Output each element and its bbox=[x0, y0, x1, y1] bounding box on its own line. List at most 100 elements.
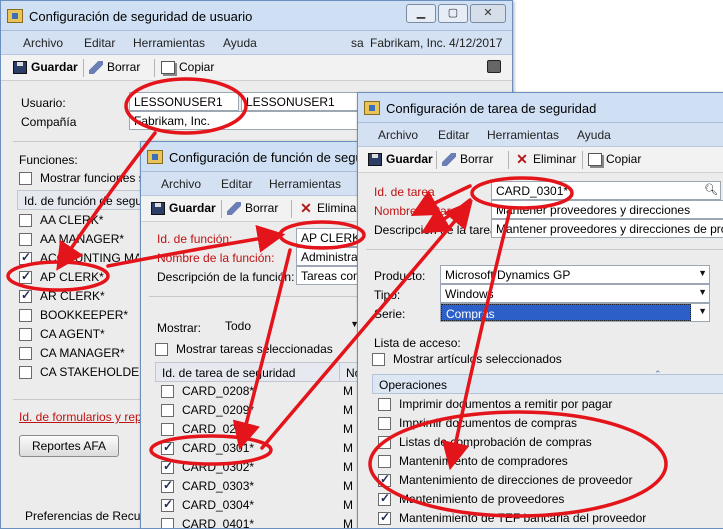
role-security-titlebar[interactable]: Configuración de función de seguri bbox=[141, 142, 359, 172]
delete-button[interactable]: ✕ Elimina bbox=[299, 201, 356, 216]
show-selected-checkbox[interactable] bbox=[372, 352, 385, 366]
tasks-list-header[interactable]: Id. de tarea de seguridad bbox=[155, 362, 341, 382]
show-selected-tasks[interactable]: Mostrar tareas seleccionadas bbox=[155, 342, 333, 356]
list-item[interactable]: CARD_0210 M bbox=[161, 422, 353, 436]
menu-ayuda[interactable]: Ayuda bbox=[577, 128, 611, 142]
list-item[interactable]: CARD_0401* M bbox=[161, 517, 353, 528]
save-button[interactable]: Guardar bbox=[368, 152, 433, 166]
item-checkbox[interactable] bbox=[161, 422, 174, 436]
item-checkbox[interactable] bbox=[378, 510, 391, 525]
item-checkbox[interactable] bbox=[19, 327, 32, 341]
menu-editar[interactable]: Editar bbox=[221, 177, 252, 191]
list-item[interactable]: CARD_0301* M bbox=[161, 440, 353, 455]
list-item[interactable]: AA MANAGER* bbox=[19, 232, 124, 246]
forms-reports-link[interactable]: Id. de formularios y report bbox=[19, 410, 156, 424]
menu-herramientas[interactable]: Herramientas bbox=[269, 177, 341, 191]
role-id-field[interactable]: AP CLERK* bbox=[296, 228, 359, 247]
menu-editar[interactable]: Editar bbox=[438, 128, 469, 142]
list-item[interactable]: CARD_0208* M bbox=[161, 384, 353, 398]
show-selected-roles[interactable]: Mostrar funciones sel bbox=[19, 171, 154, 185]
list-item[interactable]: Listas de comprobación de compras bbox=[378, 435, 592, 449]
list-item[interactable]: Mantenimiento de TEF bancaria del provee… bbox=[378, 510, 646, 525]
search-icon[interactable]: 🔍︎ bbox=[704, 183, 718, 196]
list-item[interactable]: Mantenimiento de compradores bbox=[378, 454, 568, 468]
role-desc-field[interactable]: Tareas comp bbox=[296, 266, 359, 285]
item-checkbox[interactable] bbox=[161, 517, 174, 528]
item-checkbox[interactable] bbox=[161, 459, 174, 474]
roles-list-header[interactable]: Id. de función de segur bbox=[17, 190, 141, 210]
list-item[interactable]: CARD_0209* M bbox=[161, 403, 353, 417]
mostrar-select[interactable]: Todo ▼ bbox=[221, 317, 359, 336]
menu-archivo[interactable]: Archivo bbox=[161, 177, 201, 191]
maximize-button[interactable]: ▢ bbox=[438, 4, 468, 23]
item-checkbox[interactable] bbox=[19, 269, 32, 284]
type-select[interactable]: Windows ▼ bbox=[440, 284, 710, 303]
list-item[interactable]: AR CLERK* bbox=[19, 288, 105, 303]
item-checkbox[interactable] bbox=[19, 365, 32, 379]
item-checkbox[interactable] bbox=[378, 397, 391, 411]
item-checkbox[interactable] bbox=[161, 478, 174, 493]
list-item[interactable]: Imprimir documentos de compras bbox=[378, 416, 577, 430]
clear-button[interactable]: Borrar bbox=[442, 152, 493, 166]
item-checkbox[interactable] bbox=[378, 435, 391, 449]
clear-button[interactable]: Borrar bbox=[89, 60, 140, 74]
list-item[interactable]: AA CLERK* bbox=[19, 213, 103, 227]
item-checkbox[interactable] bbox=[19, 232, 32, 246]
list-item[interactable]: CA STAKEHOLDER bbox=[19, 365, 139, 379]
item-checkbox[interactable] bbox=[161, 384, 174, 398]
item-checkbox[interactable] bbox=[19, 213, 32, 227]
item-checkbox[interactable] bbox=[378, 454, 391, 468]
list-item[interactable]: CA MANAGER* bbox=[19, 346, 125, 360]
collapse-icon[interactable]: ⌃ bbox=[654, 369, 662, 380]
show-selected-checkbox[interactable] bbox=[155, 342, 168, 356]
task-security-titlebar[interactable]: Configuración de tarea de seguridad bbox=[358, 93, 723, 123]
list-item[interactable]: Mantenimiento de proveedores bbox=[378, 491, 564, 506]
list-item[interactable]: Imprimir documentos a remitir por pagar bbox=[378, 397, 612, 411]
copy-button[interactable]: Copiar bbox=[588, 152, 641, 166]
item-checkbox[interactable] bbox=[161, 497, 174, 512]
afa-reports-button[interactable]: Reportes AFA bbox=[19, 435, 119, 457]
list-item[interactable]: BOOKKEEPER* bbox=[19, 308, 128, 322]
delete-button[interactable]: ✕ Eliminar bbox=[515, 152, 576, 167]
role-name-field[interactable]: Administrati bbox=[296, 247, 359, 266]
item-checkbox[interactable] bbox=[378, 416, 391, 430]
task-desc-field[interactable]: Mantener proveedores y direcciones de pr… bbox=[491, 219, 723, 238]
menu-archivo[interactable]: Archivo bbox=[378, 128, 418, 142]
item-checkbox[interactable] bbox=[161, 440, 174, 455]
copy-button[interactable]: Copiar bbox=[161, 60, 214, 74]
task-name-field[interactable]: Mantener proveedores y direcciones bbox=[491, 200, 723, 219]
menu-herramientas[interactable]: Herramientas bbox=[487, 128, 559, 142]
close-button[interactable]: ✕ bbox=[470, 4, 506, 23]
menu-archivo[interactable]: Archivo bbox=[23, 36, 63, 50]
show-selected-checkbox[interactable] bbox=[19, 171, 32, 185]
operations-group-header[interactable]: Operaciones bbox=[372, 374, 723, 394]
usuario-id-field[interactable]: LESSONUSER1 bbox=[129, 92, 239, 111]
menu-editar[interactable]: Editar bbox=[84, 36, 115, 50]
item-checkbox[interactable] bbox=[378, 472, 391, 487]
clear-button[interactable]: Borrar bbox=[227, 201, 278, 215]
list-item[interactable]: CARD_0303* M bbox=[161, 478, 353, 493]
list-item[interactable]: CARD_0304* M bbox=[161, 497, 353, 512]
minimize-button[interactable]: ▁ bbox=[406, 4, 436, 23]
list-item[interactable]: Mantenimiento de direcciones de proveedo… bbox=[378, 472, 632, 487]
show-selected-items[interactable]: Mostrar artículos seleccionados bbox=[372, 352, 562, 366]
list-item[interactable]: AP CLERK* bbox=[19, 269, 104, 284]
save-button[interactable]: Guardar bbox=[13, 60, 78, 74]
print-button[interactable] bbox=[487, 60, 501, 73]
task-id-field[interactable]: CARD_0301* 🔍︎ bbox=[491, 181, 721, 200]
item-checkbox[interactable] bbox=[19, 346, 32, 360]
save-button[interactable]: Guardar bbox=[151, 201, 216, 215]
user-security-titlebar[interactable]: Configuración de seguridad de usuario ▁ … bbox=[1, 1, 512, 31]
item-checkbox[interactable] bbox=[19, 288, 32, 303]
menu-herramientas[interactable]: Herramientas bbox=[133, 36, 205, 50]
compania-field[interactable]: Fabrikam, Inc. bbox=[129, 111, 361, 130]
resource-preferences-label[interactable]: Preferencias de Recur bbox=[25, 509, 144, 523]
list-item[interactable]: ACCOUNTING MA bbox=[19, 250, 139, 265]
item-checkbox[interactable] bbox=[161, 403, 174, 417]
item-checkbox[interactable] bbox=[19, 250, 32, 265]
item-checkbox[interactable] bbox=[378, 491, 391, 506]
product-select[interactable]: Microsoft Dynamics GP ▼ bbox=[440, 265, 710, 284]
list-item[interactable]: CA AGENT* bbox=[19, 327, 105, 341]
item-checkbox[interactable] bbox=[19, 308, 32, 322]
series-select[interactable]: Compras ▼ bbox=[440, 303, 710, 322]
